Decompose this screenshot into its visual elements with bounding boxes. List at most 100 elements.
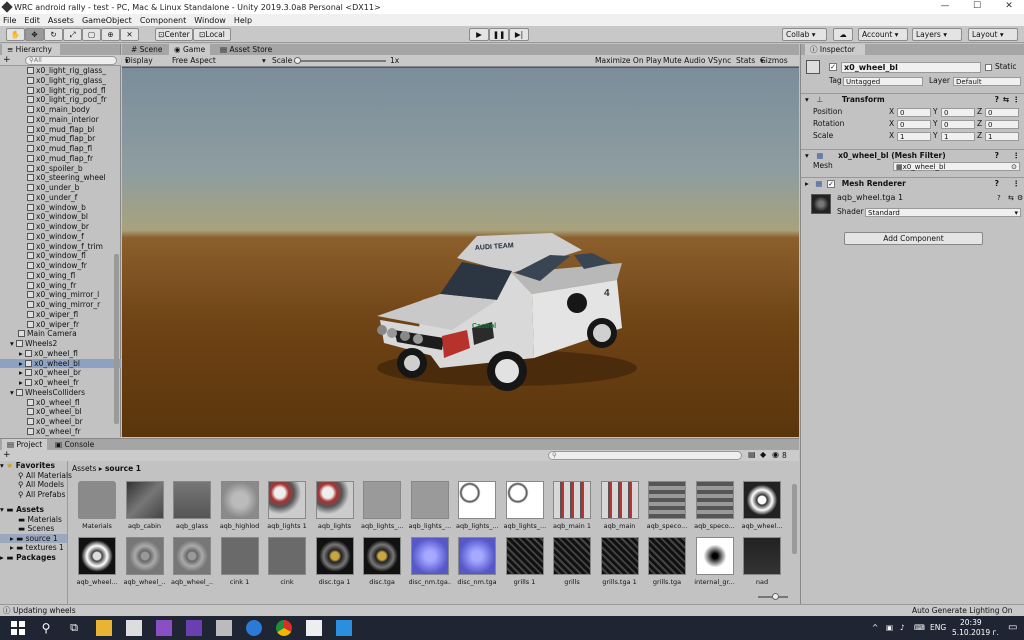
mail-icon[interactable] — [126, 620, 142, 636]
asset-item[interactable]: cink 1 — [219, 537, 261, 587]
hierarchy-item[interactable]: x0_wing_mirror_r — [0, 300, 121, 310]
thumbnail-size-slider[interactable] — [758, 593, 788, 600]
favorite-item[interactable]: ⚲ All Prefabs — [0, 490, 67, 500]
asset-item[interactable]: aqb_main 1 — [551, 481, 593, 531]
favorite-item[interactable]: ⚲ All Models — [0, 480, 67, 490]
maximize-button[interactable]: ☐ — [962, 0, 992, 14]
scale-tool-button[interactable]: ⤢ — [63, 28, 82, 41]
stats-toggle[interactable]: Stats — [736, 55, 755, 67]
play-button[interactable]: ▶ — [469, 28, 489, 41]
custom-tool-button[interactable]: ✕ — [120, 28, 139, 41]
preset-icon[interactable]: ⇆ — [1008, 194, 1014, 202]
asset-item[interactable]: nad — [741, 537, 783, 587]
asset-item[interactable]: aqb_wheel... — [741, 481, 783, 531]
hierarchy-item[interactable]: x0_light_rig_glass_ — [0, 76, 121, 86]
asset-item[interactable]: aqb_lights — [314, 481, 356, 531]
hierarchy-item[interactable]: x0_wing_mirror_l — [0, 290, 121, 300]
hierarchy-item[interactable]: x0_wheel_fr — [0, 427, 121, 437]
edge-icon[interactable] — [246, 620, 262, 636]
task-view-button[interactable]: ⧉ — [66, 620, 82, 636]
transform-y-field[interactable]: 0 — [941, 120, 975, 129]
active-checkbox[interactable]: ✓ — [829, 63, 837, 71]
maximize-on-play-toggle[interactable]: Maximize On Play — [595, 55, 662, 67]
file-explorer-icon[interactable] — [96, 620, 112, 636]
windows-start-button[interactable] — [10, 620, 26, 636]
project-search-input[interactable]: ⚲ — [548, 451, 742, 460]
hierarchy-item[interactable]: x0_light_rig_glass_ — [0, 66, 121, 76]
hierarchy-item[interactable]: x0_wheel_fl — [0, 398, 121, 408]
scale-slider-thumb[interactable] — [294, 57, 301, 64]
asset-item[interactable]: aqb_lights 1 — [266, 481, 308, 531]
hierarchy-item[interactable]: x0_mud_flap_br — [0, 134, 121, 144]
folder-item[interactable]: ▸ ▬ textures 1 — [0, 543, 67, 553]
keyboard-icon[interactable]: ⌨ — [914, 623, 925, 632]
create-button[interactable]: + — [3, 55, 11, 65]
object-name-input[interactable]: x0_wheel_bl — [841, 62, 981, 73]
static-checkbox[interactable] — [985, 64, 992, 71]
transform-tool-button[interactable]: ⊕ — [101, 28, 120, 41]
volume-icon[interactable]: ♪ — [900, 623, 905, 632]
rotate-tool-button[interactable]: ↻ — [44, 28, 63, 41]
layout-dropdown[interactable]: Layout ▾ — [968, 28, 1018, 41]
hierarchy-item[interactable]: Main Camera — [0, 329, 121, 339]
hidden-packages-icon[interactable]: ◉ — [772, 450, 779, 459]
asset-item[interactable]: aqb_main — [599, 481, 641, 531]
hierarchy-item[interactable]: x0_wheel_bl — [0, 407, 121, 417]
transform-x-field[interactable]: 1 — [897, 132, 931, 141]
asset-item[interactable]: aqb_wheel_... — [124, 537, 166, 587]
status-message[interactable]: Updating wheels — [13, 605, 76, 616]
thumbnail-size-thumb[interactable] — [772, 593, 779, 600]
hierarchy-item[interactable]: x0_window_br — [0, 222, 121, 232]
chrome-icon[interactable] — [276, 620, 292, 636]
folder-item[interactable]: ▬ Scenes — [0, 524, 67, 534]
hierarchy-item[interactable]: x0_main_interior — [0, 115, 121, 125]
hierarchy-item[interactable]: x0_wing_fr — [0, 281, 121, 291]
menu-help[interactable]: Help — [234, 16, 252, 25]
gear-icon[interactable]: ⚙ — [1017, 194, 1023, 202]
mesh-renderer-enabled-checkbox[interactable]: ✓ — [827, 180, 836, 188]
transform-x-field[interactable]: 0 — [897, 108, 931, 117]
asset-item[interactable]: disc.tga — [361, 537, 403, 587]
shader-dropdown[interactable]: Standard ▾ — [865, 208, 1021, 217]
hierarchy-item[interactable]: x0_light_rig_pod_fl — [0, 86, 121, 96]
visual-studio-icon[interactable] — [156, 620, 172, 636]
breadcrumb-current[interactable]: source 1 — [105, 464, 141, 473]
lighting-status[interactable]: Auto Generate Lighting On — [912, 605, 1013, 616]
tab-hierarchy[interactable]: ≡ Hierarchy — [2, 44, 60, 55]
pause-button[interactable]: ❚❚ — [489, 28, 509, 41]
hierarchy-item[interactable]: ▾ WheelsColliders — [0, 388, 121, 398]
game-viewport[interactable]: AUDI TEAM Castrol 4 — [122, 68, 799, 437]
move-tool-button[interactable]: ✥ — [25, 28, 44, 41]
asset-item[interactable]: aqb_cabin — [124, 481, 166, 531]
tray-up-icon[interactable]: ^ — [872, 623, 878, 632]
asset-item[interactable]: aqb_lights_... — [456, 481, 498, 531]
folder-item-selected[interactable]: ▸ ▬ source 1 — [0, 533, 67, 543]
component-menu-icon[interactable]: ⋮ — [1013, 178, 1021, 189]
hierarchy-item[interactable]: ▸ x0_wheel_bl — [0, 358, 121, 369]
rect-tool-button[interactable]: ▢ — [82, 28, 101, 41]
hierarchy-item[interactable]: x0_wiper_fr — [0, 320, 121, 330]
transform-y-field[interactable]: 1 — [941, 132, 975, 141]
preset-icon[interactable]: ⇆ — [1003, 94, 1009, 105]
hierarchy-item[interactable]: x0_spoiler_b — [0, 164, 121, 174]
hierarchy-item[interactable]: x0_wheel_br — [0, 417, 121, 427]
hierarchy-item[interactable]: x0_window_b — [0, 203, 121, 213]
help-icon[interactable]: ? — [995, 94, 999, 105]
asset-item[interactable]: cink — [266, 537, 308, 587]
breadcrumb-assets[interactable]: Assets — [72, 464, 96, 473]
asset-item[interactable]: grills 1 — [504, 537, 546, 587]
tab-console[interactable]: ▣ Console — [50, 439, 99, 450]
language-indicator[interactable]: ENG — [930, 623, 946, 632]
vscode-icon[interactable] — [336, 620, 352, 636]
transform-x-field[interactable]: 0 — [897, 120, 931, 129]
hierarchy-item[interactable]: x0_window_f_trim — [0, 242, 121, 252]
tab-inspector[interactable]: ⓘ Inspector — [805, 44, 865, 55]
notifications-icon[interactable]: ▭ — [1008, 622, 1017, 633]
asset-item[interactable]: aqb_highlod — [219, 481, 261, 531]
asset-item[interactable]: aqb_speco... — [646, 481, 688, 531]
hierarchy-item[interactable]: x0_mud_flap_fr — [0, 154, 121, 164]
asset-item[interactable]: grills.tga — [646, 537, 688, 587]
asset-item[interactable]: disc_nm.tga... — [409, 537, 451, 587]
transform-z-field[interactable]: 0 — [985, 120, 1019, 129]
asset-item[interactable]: aqb_wheel... — [76, 537, 118, 587]
